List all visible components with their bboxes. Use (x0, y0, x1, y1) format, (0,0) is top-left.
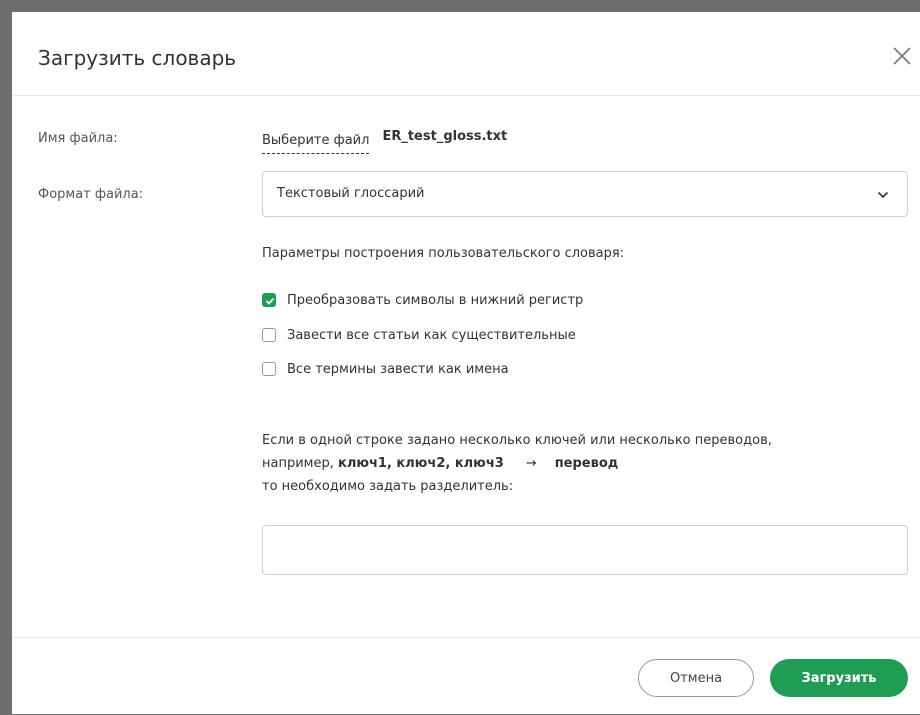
close-icon (893, 47, 911, 65)
load-button[interactable]: Загрузить (770, 659, 908, 697)
dialog-header: Загрузить словарь (12, 12, 920, 96)
dialog-title: Загрузить словарь (38, 46, 237, 70)
separator-input[interactable] (262, 525, 908, 575)
option-lowercase[interactable]: Преобразовать символы в нижний регистр (262, 291, 583, 309)
separator-line-3: то необходимо задать разделитель: (262, 479, 514, 494)
checkbox-nouns[interactable] (262, 328, 276, 342)
separator-line-2: например, ключ1, ключ2, ключ3 → перевод (262, 452, 912, 475)
dialog-footer: Отмена Загрузить (12, 637, 920, 715)
separator-line-1: Если в одной строке задано несколько клю… (262, 433, 772, 448)
example-keys: ключ1, ключ2, ключ3 (338, 456, 504, 471)
separator-instructions: Если в одной строке задано несколько клю… (262, 429, 912, 498)
checkbox-lowercase[interactable] (262, 293, 276, 307)
file-format-label: Формат файла: (38, 187, 144, 202)
option-nouns[interactable]: Завести все статьи как существительные (262, 326, 576, 344)
option-label: Преобразовать символы в нижний регистр (287, 292, 584, 308)
file-row: Выберите файл ER_test_gloss.txt (262, 129, 508, 154)
close-button[interactable] (890, 44, 914, 68)
option-label: Все термины завести как имена (287, 361, 509, 377)
params-title: Параметры построения пользовательского с… (262, 246, 625, 261)
example-translation: перевод (554, 456, 619, 471)
check-icon (265, 297, 275, 305)
option-names[interactable]: Все термины завести как имена (262, 360, 509, 378)
file-format-select[interactable]: Текстовый глоссарий (262, 171, 908, 217)
file-format-value: Текстовый глоссарий (277, 186, 425, 201)
choose-file-link[interactable]: Выберите файл (262, 133, 370, 154)
cancel-button[interactable]: Отмена (638, 659, 754, 697)
option-label: Завести все статьи как существительные (287, 327, 576, 343)
example-prefix: например, (262, 456, 334, 471)
file-name-label: Имя файла: (38, 131, 118, 146)
selected-file-name: ER_test_gloss.txt (382, 129, 508, 144)
checkbox-names[interactable] (262, 362, 276, 376)
arrow-icon: → (525, 456, 537, 471)
load-dictionary-dialog: Загрузить словарь Имя файла: Выберите фа… (12, 12, 920, 714)
chevron-down-icon (877, 190, 889, 200)
